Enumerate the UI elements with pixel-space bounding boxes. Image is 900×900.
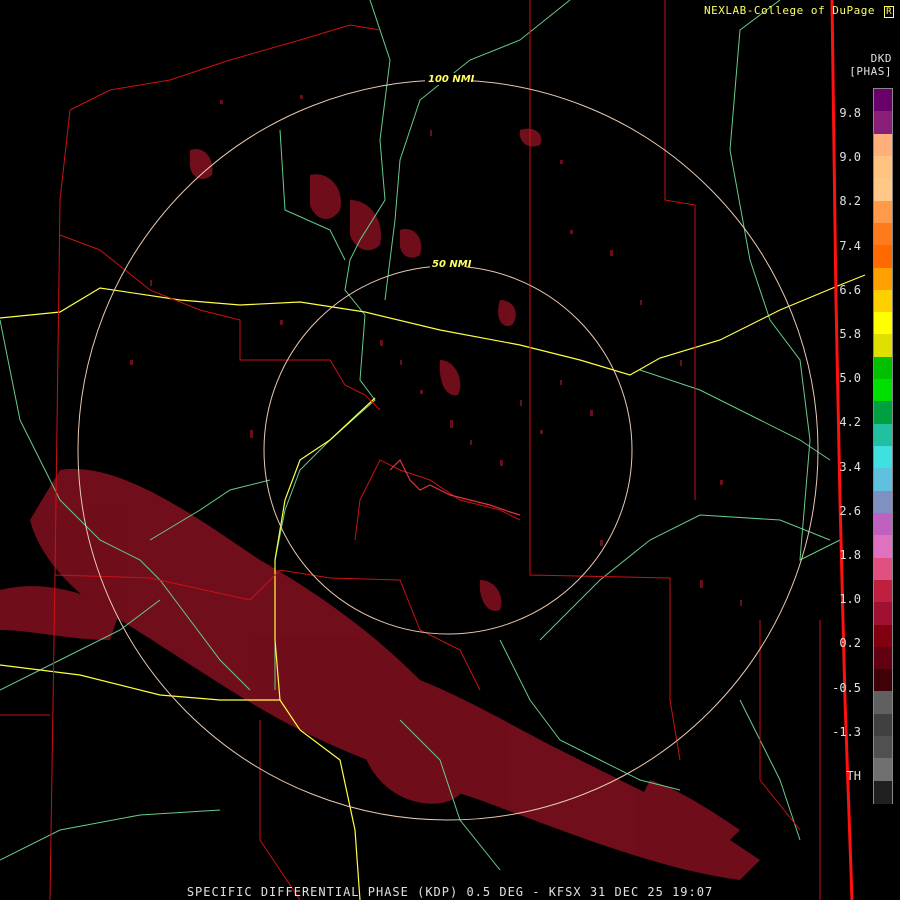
legend-swatch <box>874 267 892 291</box>
legend-tick-label: -0.5 <box>832 680 861 695</box>
radar-map[interactable]: 100 NMI 50 NMI <box>0 0 900 900</box>
legend-tick-label: 6.6 <box>839 282 861 297</box>
legend-tick-label: 0.2 <box>839 636 861 651</box>
legend-tick-label: 1.8 <box>839 548 861 562</box>
legend-swatch <box>874 178 892 202</box>
legend-tick-label: TH <box>846 769 861 783</box>
legend-swatch <box>874 669 892 692</box>
legend-tick-label: 8.2 <box>839 194 861 209</box>
legend-tick-label: -1.3 <box>832 724 861 739</box>
legend-swatch <box>874 289 892 313</box>
color-legend: 9.8 9.0 8.2 7.4 6.6 5.8 5.0 4.2 3.4 2.6 1.8 1.0 0.2 -… <box>832 88 893 804</box>
legend-tick-label: 5.8 <box>839 327 861 341</box>
legend-swatch <box>874 446 892 469</box>
ring-label-100: 100 NMI <box>428 74 475 85</box>
legend-tick-label: 9.8 <box>839 106 861 120</box>
legend-swatch <box>874 624 892 648</box>
ring-label-50: 50 NMI <box>432 259 472 270</box>
registered-mark-icon: R <box>884 6 894 18</box>
product-code: DKD <box>870 52 892 65</box>
legend-swatch <box>874 222 892 246</box>
legend-swatch <box>874 691 892 715</box>
legend-swatch <box>874 602 892 625</box>
legend-swatch <box>874 133 892 157</box>
legend-tick-label: 5.0 <box>839 371 861 386</box>
legend-tick-label: 4.2 <box>839 415 861 430</box>
legend-swatch <box>874 557 892 581</box>
legend-swatch <box>874 758 892 782</box>
product-caption: SPECIFIC DIFFERENTIAL PHASE (KDP) 0.5 DE… <box>186 885 714 899</box>
product-label: DKD [PHAS] <box>849 52 892 78</box>
legend-tick-label: 9.0 <box>839 150 861 165</box>
legend-tick-label: 2.6 <box>839 503 861 518</box>
legend-swatch <box>874 356 892 380</box>
legend-swatch <box>874 646 892 670</box>
legend-swatch <box>874 490 892 514</box>
legend-swatch <box>874 579 892 603</box>
legend-swatch <box>874 468 892 492</box>
legend-swatch <box>874 401 892 425</box>
legend-swatch <box>874 200 892 224</box>
legend-color-bar <box>873 88 893 804</box>
legend-tick-label: 3.4 <box>839 459 861 474</box>
legend-swatch <box>874 379 892 402</box>
legend-swatch <box>874 334 892 358</box>
legend-tick-label: 1.0 <box>839 592 861 607</box>
legend-swatch <box>874 736 892 759</box>
nexlab-credit: NEXLAB-College of DuPage R <box>704 4 894 18</box>
product-unit: [PHAS] <box>849 65 892 78</box>
legend-swatch <box>874 780 892 804</box>
legend-swatch <box>874 245 892 268</box>
legend-tick-label: 7.4 <box>839 238 861 253</box>
legend-swatch <box>874 89 892 112</box>
legend-swatch <box>874 423 892 447</box>
legend-swatch <box>874 512 892 536</box>
legend-swatch <box>874 312 892 335</box>
legend-swatch <box>874 155 892 179</box>
legend-tick-labels: 9.8 9.0 8.2 7.4 6.6 5.8 5.0 4.2 3.4 2.6 1.8 1.0 0.2 -… <box>795 88 865 802</box>
credit-text: NEXLAB-College of DuPage <box>704 4 875 17</box>
legend-swatch <box>874 111 892 135</box>
legend-swatch <box>874 713 892 737</box>
legend-swatch <box>874 535 892 559</box>
